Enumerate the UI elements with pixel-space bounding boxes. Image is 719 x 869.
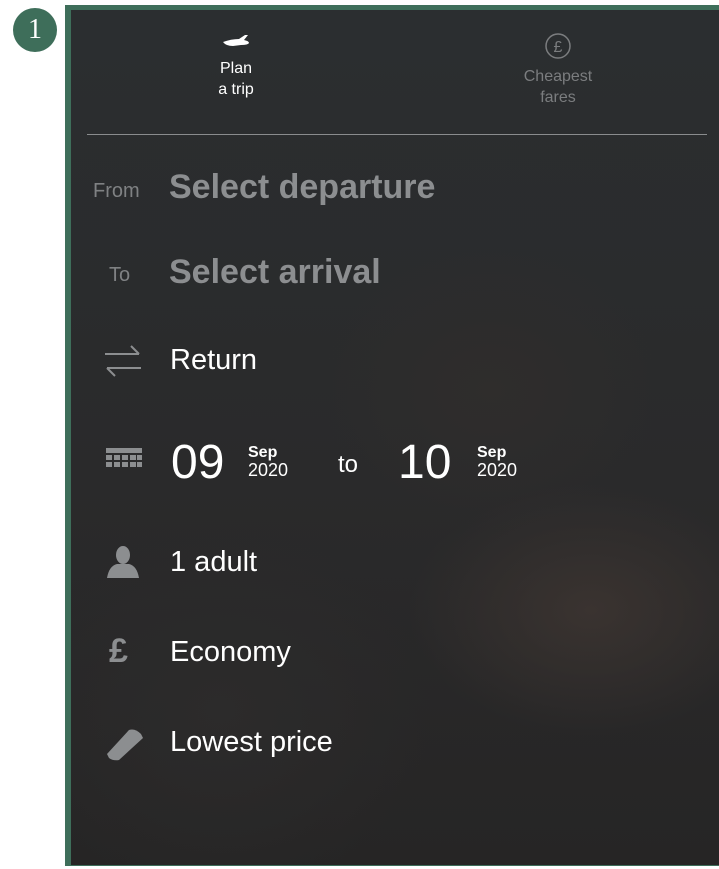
passengers-selector[interactable]: 1 adult [71, 540, 719, 586]
departure-placeholder: Select departure [169, 168, 436, 206]
date-selector[interactable]: 09 Sep 2020 to 10 Sep 2020 [71, 433, 719, 493]
calendar-icon [106, 448, 142, 467]
trip-type-value: Return [170, 344, 258, 376]
from-label: From [93, 180, 140, 202]
start-year: 2020 [248, 460, 289, 480]
annotation-badge: 1 [13, 8, 57, 52]
end-year: 2020 [477, 460, 518, 480]
from-field[interactable]: From Select departure [71, 165, 719, 215]
tabs-divider [87, 134, 707, 135]
tab-plan-label-2: a trip [218, 81, 254, 98]
trip-type-selector[interactable]: Return [71, 338, 719, 384]
to-label: To [109, 264, 131, 286]
to-field[interactable]: To Select arrival [71, 250, 719, 300]
tab-cheapest-label-1: Cheapest [523, 68, 593, 85]
passengers-value: 1 adult [170, 546, 258, 578]
end-day: 10 [398, 436, 452, 489]
arrival-placeholder: Select arrival [169, 253, 381, 291]
tab-plan-a-trip[interactable]: Plan a trip [176, 32, 296, 100]
start-month: Sep [248, 444, 278, 461]
cabin-value: Economy [170, 636, 291, 668]
tab-cheapest-label-2: fares [540, 89, 576, 106]
tab-cheapest-fares[interactable]: £ Cheapest fares [498, 32, 618, 108]
date-separator: to [338, 451, 359, 478]
booking-panel: Plan a trip £ Cheapest fares From Select… [71, 10, 719, 865]
swap-arrows-icon [105, 345, 141, 377]
pound-circle-icon: £ [545, 33, 571, 59]
start-day: 09 [171, 436, 225, 489]
sort-value: Lowest price [170, 726, 333, 758]
sort-selector[interactable]: Lowest price [71, 720, 719, 766]
cabin-selector[interactable]: £ Economy [71, 630, 719, 676]
plane-icon [223, 35, 249, 46]
tab-plan-label-1: Plan [219, 60, 253, 77]
svg-text:£: £ [554, 39, 563, 56]
ticket-icon [107, 729, 143, 761]
panel-edge-line [60, 0, 65, 869]
end-month: Sep [477, 444, 507, 461]
person-icon [107, 546, 139, 578]
pound-icon: £ [109, 632, 128, 670]
